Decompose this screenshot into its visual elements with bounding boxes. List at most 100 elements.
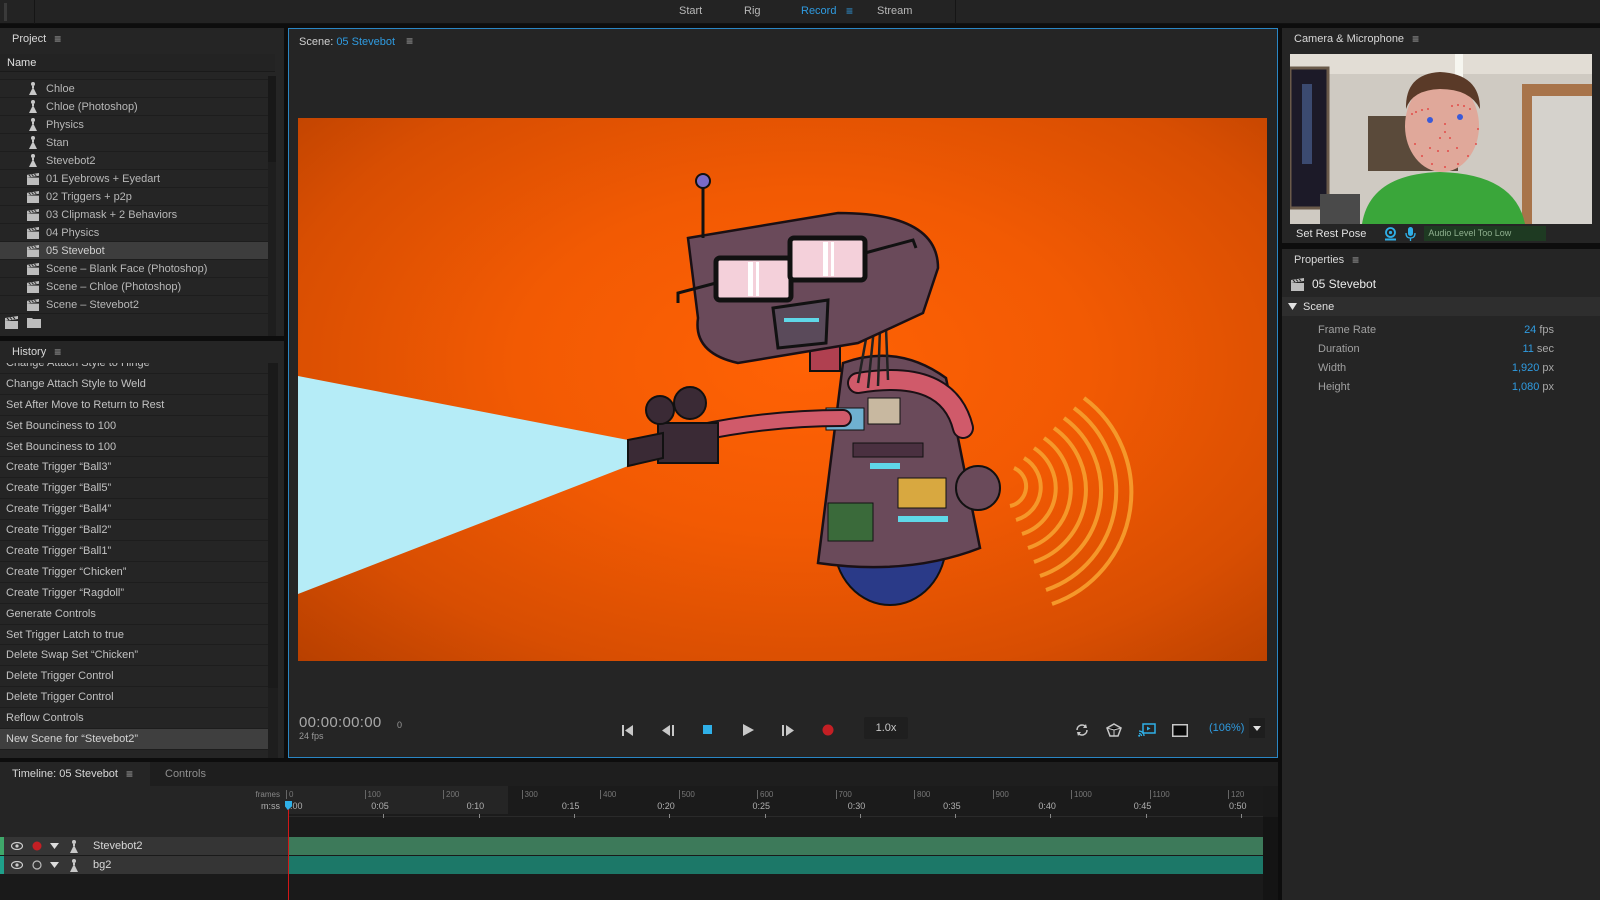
scrollbar[interactable]: [268, 76, 276, 336]
zoom-dropdown[interactable]: [1249, 718, 1265, 738]
time-ruler[interactable]: 0 100 200 300 400 500 600 700 800 900 1000 1100 120:…: [286, 786, 1263, 841]
panel-menu-icon[interactable]: ≡: [406, 34, 413, 48]
camera-toggle-button[interactable]: [1384, 226, 1397, 241]
go-to-start-button[interactable]: [617, 719, 639, 741]
panel-menu-icon[interactable]: ≡: [1412, 32, 1419, 46]
workspace-tab-start[interactable]: Start: [679, 5, 702, 17]
history-item[interactable]: Reflow Controls: [0, 708, 268, 730]
history-item[interactable]: Delete Trigger Control: [0, 666, 268, 688]
record-button[interactable]: [817, 719, 839, 741]
properties-panel: Properties ≡ 05 Stevebot Scene Frame Rat…: [1282, 249, 1600, 900]
drag-handle[interactable]: [4, 3, 7, 21]
history-item[interactable]: Create Trigger “Ball2”: [0, 520, 268, 542]
history-item[interactable]: Change Attach Style to Weld: [0, 374, 268, 395]
frame-tick-label: 100: [364, 790, 381, 799]
stream-output-button[interactable]: [1136, 719, 1158, 741]
history-item[interactable]: Create Trigger “Ball5”: [0, 478, 268, 500]
timeline-track[interactable]: Stevebot2: [0, 837, 1263, 855]
visibility-toggle[interactable]: [11, 842, 23, 850]
project-item[interactable]: 03 Clipmask + 2 Behaviors: [0, 206, 268, 224]
puppet-icon: [26, 82, 40, 96]
playhead[interactable]: [288, 802, 289, 900]
panel-menu-icon[interactable]: ≡: [1352, 253, 1359, 267]
workspace-tab-rig[interactable]: Rig: [744, 5, 761, 17]
play-button[interactable]: [737, 719, 759, 741]
record-arm-toggle[interactable]: [32, 841, 42, 851]
timeline-track[interactable]: bg2: [0, 856, 1263, 874]
rehearse-button[interactable]: [1103, 719, 1125, 741]
project-item[interactable]: 05 Stevebot: [0, 242, 268, 260]
new-folder-icon[interactable]: [27, 316, 41, 332]
track-color-label[interactable]: [0, 837, 4, 855]
step-forward-button[interactable]: [777, 719, 799, 741]
property-label: Frame Rate: [1318, 323, 1377, 336]
history-item[interactable]: Delete Swap Set “Chicken”: [0, 645, 268, 667]
project-item[interactable]: 02 Triggers + p2p: [0, 188, 268, 206]
project-item[interactable]: Physics: [0, 116, 268, 134]
property-value[interactable]: 24: [1524, 324, 1536, 336]
new-scene-icon[interactable]: [4, 316, 19, 332]
history-item[interactable]: Create Trigger “Chicken”: [0, 562, 268, 583]
project-item[interactable]: Stevebot2: [0, 152, 268, 170]
scrollbar[interactable]: [1263, 817, 1278, 900]
stop-button[interactable]: [697, 719, 719, 741]
scene-section-header[interactable]: Scene: [1282, 297, 1600, 316]
track-color-label[interactable]: [0, 856, 4, 874]
project-item[interactable]: Scene – Blank Face (Photoshop): [0, 260, 268, 278]
history-item[interactable]: Change Attach Style to Hinge: [0, 363, 268, 374]
step-back-button[interactable]: [657, 719, 679, 741]
workspace-menu-icon[interactable]: ≡: [846, 5, 853, 17]
history-item[interactable]: Delete Trigger Control: [0, 687, 268, 709]
history-item[interactable]: Set Bounciness to 100: [0, 416, 268, 437]
project-item[interactable]: 01 Eyebrows + Eyedart: [0, 170, 268, 188]
history-item[interactable]: Set After Move to Return to Rest: [0, 395, 268, 416]
history-item[interactable]: Generate Controls: [0, 604, 268, 625]
scrollbar-thumb[interactable]: [268, 363, 278, 688]
project-item-label: 02 Triggers + p2p: [46, 190, 132, 203]
property-value[interactable]: 1,080: [1512, 381, 1540, 393]
scrollbar-thumb[interactable]: [268, 76, 276, 162]
expand-toggle[interactable]: [50, 843, 59, 849]
workspace-tab-stream[interactable]: Stream: [877, 5, 912, 17]
project-item[interactable]: Chloe: [0, 80, 268, 98]
property-value[interactable]: 1,920: [1512, 362, 1540, 374]
history-item[interactable]: New Scene for “Stevebot2”: [0, 729, 268, 750]
stop-icon: [703, 725, 712, 734]
project-item[interactable]: Scene – Stevebot2: [0, 296, 268, 314]
timecode-display[interactable]: 00:00:00:00: [299, 714, 382, 731]
project-item[interactable]: Stan: [0, 134, 268, 152]
workspace-tab-record[interactable]: Record: [801, 5, 836, 17]
property-value[interactable]: 11: [1522, 343, 1533, 355]
panel-menu-icon[interactable]: ≡: [126, 767, 133, 781]
history-item[interactable]: Set Trigger Latch to true: [0, 625, 268, 646]
playback-speed[interactable]: 1.0x: [864, 717, 908, 739]
background-color-button[interactable]: [1169, 719, 1191, 741]
project-item[interactable]: Scene – Chloe (Photoshop): [0, 278, 268, 296]
track-name: Stevebot2: [93, 840, 143, 852]
panel-menu-icon[interactable]: ≡: [54, 32, 61, 46]
history-item[interactable]: Create Trigger “Ball3”: [0, 457, 268, 479]
track-bar[interactable]: [289, 856, 1263, 874]
record-arm-toggle[interactable]: [32, 860, 42, 870]
zoom-level[interactable]: (106%): [1209, 722, 1244, 734]
scene-stage[interactable]: [298, 118, 1267, 661]
set-rest-pose-button[interactable]: Set Rest Pose: [1296, 228, 1366, 240]
tab-controls[interactable]: Controls: [165, 768, 206, 780]
refresh-button[interactable]: [1071, 719, 1093, 741]
expand-toggle[interactable]: [50, 862, 59, 868]
panel-menu-icon[interactable]: ≡: [54, 345, 61, 359]
microphone-toggle-button[interactable]: [1405, 226, 1416, 241]
history-item[interactable]: Create Trigger “Ragdoll”: [0, 583, 268, 604]
visibility-toggle[interactable]: [11, 861, 23, 869]
scrollbar[interactable]: [268, 363, 278, 758]
eye-icon: [11, 842, 23, 850]
column-header-name[interactable]: Name: [0, 54, 275, 72]
history-item[interactable]: Create Trigger “Ball1”: [0, 541, 268, 562]
history-item[interactable]: Set Bounciness to 100: [0, 437, 268, 458]
track-bar[interactable]: [289, 837, 1263, 855]
history-item[interactable]: Create Trigger “Ball4”: [0, 499, 268, 521]
project-item[interactable]: 04 Physics: [0, 224, 268, 242]
tab-timeline[interactable]: Timeline: 05 Stevebot ≡: [0, 762, 150, 786]
webcam-icon: [1385, 226, 1397, 240]
project-item[interactable]: Chloe (Photoshop): [0, 98, 268, 116]
